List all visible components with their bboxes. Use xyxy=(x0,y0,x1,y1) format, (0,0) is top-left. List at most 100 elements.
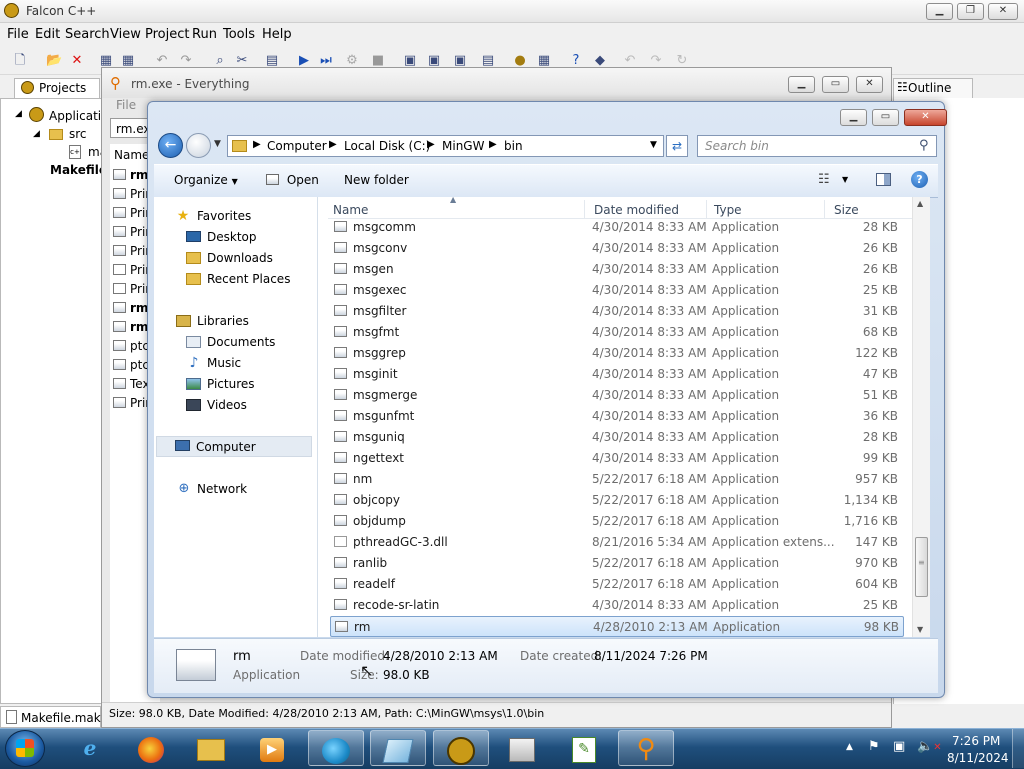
everything-maximize-button[interactable]: ▭ xyxy=(822,76,849,93)
everything-result-row[interactable]: Prin xyxy=(111,223,148,242)
file-row[interactable]: ngettext 4/30/2014 8:33 AM Application 99 K… xyxy=(330,448,904,469)
everything-menu-file[interactable]: File xyxy=(116,98,136,112)
menu-project[interactable]: Project xyxy=(145,27,189,42)
dialog-minimize-button[interactable]: ▁ xyxy=(840,109,867,126)
organize-button[interactable]: Organize ▼ xyxy=(174,173,238,187)
breadcrumb-computer[interactable]: Computer xyxy=(267,139,327,153)
file-row[interactable]: pthreadGC-3.dll 8/21/2016 5:34 AM Applicat… xyxy=(330,532,904,553)
everything-result-row[interactable]: ptc xyxy=(111,337,148,356)
dialog-maximize-button[interactable]: ▭ xyxy=(872,109,899,126)
file-row[interactable]: msgen 4/30/2014 8:33 AM Application 26 KB xyxy=(330,259,904,280)
nav-network[interactable]: Network xyxy=(197,482,247,496)
address-sep-icon[interactable]: ▶ xyxy=(329,139,337,150)
file-row[interactable]: objdump 5/22/2017 6:18 AM Application 1,716… xyxy=(330,511,904,532)
outline-tab[interactable]: ☷ Outline xyxy=(893,78,973,98)
nav-music[interactable]: Music xyxy=(207,356,241,370)
makefile-bottom-tab[interactable]: Makefile.mak xyxy=(0,706,101,728)
vertical-scrollbar[interactable]: ▲ ≡ ▼ xyxy=(912,197,930,637)
tree-expand-icon[interactable]: ◢ xyxy=(15,109,22,119)
taskbar-falcon-button[interactable] xyxy=(433,730,489,766)
tray-flag-icon[interactable]: ⚑ xyxy=(868,739,880,754)
address-bar[interactable]: ▶ Computer ▶ Local Disk (C:) ▶ MinGW ▶ b… xyxy=(227,135,664,157)
nav-libraries[interactable]: Libraries xyxy=(197,314,249,328)
col-divider[interactable] xyxy=(706,200,707,218)
file-row[interactable]: msguniq 4/30/2014 8:33 AM Application 28 KB xyxy=(330,427,904,448)
search-input[interactable]: Search bin ⚲ xyxy=(697,135,937,157)
col-type-header[interactable]: Type xyxy=(714,203,742,217)
address-dropdown-icon[interactable]: ▼ xyxy=(650,140,657,150)
dialog-close-button[interactable]: ✕ xyxy=(904,109,947,126)
menu-view[interactable]: View xyxy=(110,27,141,42)
taskbar-time[interactable]: 7:26 PM xyxy=(952,734,1000,748)
address-sep-icon[interactable]: ▶ xyxy=(427,139,435,150)
tree-src-label[interactable]: src xyxy=(69,127,87,141)
view-options-icon[interactable]: ☷ xyxy=(818,172,830,187)
menu-tools[interactable]: Tools xyxy=(223,27,255,42)
view-chevron-icon[interactable]: ▼ xyxy=(842,175,848,184)
nav-downloads[interactable]: Downloads xyxy=(207,251,273,265)
tray-volume-muted-icon[interactable]: 🔈✕ xyxy=(917,739,942,754)
file-row[interactable]: readelf 5/22/2017 6:18 AM Application 604 K… xyxy=(330,574,904,595)
scroll-up-icon[interactable]: ▲ xyxy=(917,199,923,208)
file-row[interactable]: msgfmt 4/30/2014 8:33 AM Application 68 KB xyxy=(330,322,904,343)
taskbar-firefox-button[interactable] xyxy=(123,730,179,766)
falcon-maximize-button[interactable]: ❐ xyxy=(957,3,984,20)
taskbar-media-player-button[interactable]: ▶ xyxy=(244,730,300,766)
scroll-down-icon[interactable]: ▼ xyxy=(917,625,923,634)
nav-favorites[interactable]: Favorites xyxy=(197,209,251,223)
everything-result-row[interactable]: ptc xyxy=(111,356,148,375)
nav-pictures[interactable]: Pictures xyxy=(207,377,255,391)
taskbar-date[interactable]: 8/11/2024 xyxy=(947,751,1009,765)
breadcrumb-mingw[interactable]: MinGW xyxy=(442,139,484,153)
col-divider[interactable] xyxy=(824,200,825,218)
menu-run[interactable]: Run xyxy=(192,27,217,42)
everything-result-row[interactable]: Prin xyxy=(111,185,148,204)
everything-minimize-button[interactable]: ▁ xyxy=(788,76,815,93)
new-file-icon[interactable]: 🗋 xyxy=(12,53,28,69)
falcon-close-button[interactable]: ✕ xyxy=(988,3,1018,20)
back-button[interactable]: ← xyxy=(158,133,183,158)
everything-result-row[interactable]: Prin xyxy=(111,242,148,261)
everything-result-row[interactable]: Prin xyxy=(111,394,148,413)
taskbar-app-button-2[interactable] xyxy=(370,730,426,766)
taskbar-app-button-1[interactable] xyxy=(308,730,364,766)
nav-documents[interactable]: Documents xyxy=(207,335,275,349)
menu-edit[interactable]: Edit xyxy=(35,27,60,42)
file-row[interactable]: msgconv 4/30/2014 8:33 AM Application 26 KB xyxy=(330,238,904,259)
nav-desktop[interactable]: Desktop xyxy=(207,230,257,244)
file-row[interactable]: objcopy 5/22/2017 6:18 AM Application 1,134… xyxy=(330,490,904,511)
preview-pane-icon[interactable] xyxy=(876,173,891,186)
forward-button[interactable] xyxy=(186,133,211,158)
breadcrumb-local-disk[interactable]: Local Disk (C:) xyxy=(344,139,430,153)
file-row[interactable]: msggrep 4/30/2014 8:33 AM Application 122 K… xyxy=(330,343,904,364)
col-name-header[interactable]: Name xyxy=(333,203,368,217)
taskbar-installer-button[interactable] xyxy=(494,730,550,766)
everything-result-row[interactable]: Prin xyxy=(111,261,148,280)
tray-network-icon[interactable]: ▣ xyxy=(893,739,905,754)
file-row[interactable]: msgexec 4/30/2014 8:33 AM Application 25 KB xyxy=(330,280,904,301)
close-file-icon[interactable]: ✕ xyxy=(69,53,85,69)
taskbar-explorer-button[interactable] xyxy=(183,730,239,766)
everything-result-row[interactable]: rm. xyxy=(111,318,148,337)
projects-tab[interactable]: Projects xyxy=(14,78,100,98)
file-row[interactable]: msgfilter 4/30/2014 8:33 AM Application 31 … xyxy=(330,301,904,322)
tray-show-hidden-icon[interactable]: ▲ xyxy=(846,742,853,752)
everything-result-row[interactable]: rm. xyxy=(111,166,148,185)
everything-result-row[interactable]: Prin xyxy=(111,280,148,299)
file-row[interactable]: msgunfmt 4/30/2014 8:33 AM Application 36 K… xyxy=(330,406,904,427)
start-button[interactable] xyxy=(5,730,45,767)
tree-src-expand-icon[interactable]: ◢ xyxy=(33,129,40,139)
everything-result-row[interactable]: rm. xyxy=(111,299,148,318)
nav-videos[interactable]: Videos xyxy=(207,398,247,412)
address-sep-icon[interactable]: ▶ xyxy=(489,139,497,150)
falcon-minimize-button[interactable]: ▁ xyxy=(926,3,953,20)
col-date-header[interactable]: Date modified xyxy=(594,203,679,217)
open-folder-icon[interactable]: 📂 xyxy=(46,53,62,69)
menu-file[interactable]: File xyxy=(7,27,29,42)
open-button[interactable]: Open xyxy=(266,173,319,187)
refresh-button[interactable]: ⇄ xyxy=(666,135,688,157)
file-row[interactable]: rm 4/28/2010 2:13 AM Application 98 KB xyxy=(330,616,904,637)
nav-recent-places[interactable]: Recent Places xyxy=(207,272,290,286)
taskbar-everything-button[interactable]: ⚲ xyxy=(618,730,674,766)
breadcrumb-bin[interactable]: bin xyxy=(504,139,523,153)
